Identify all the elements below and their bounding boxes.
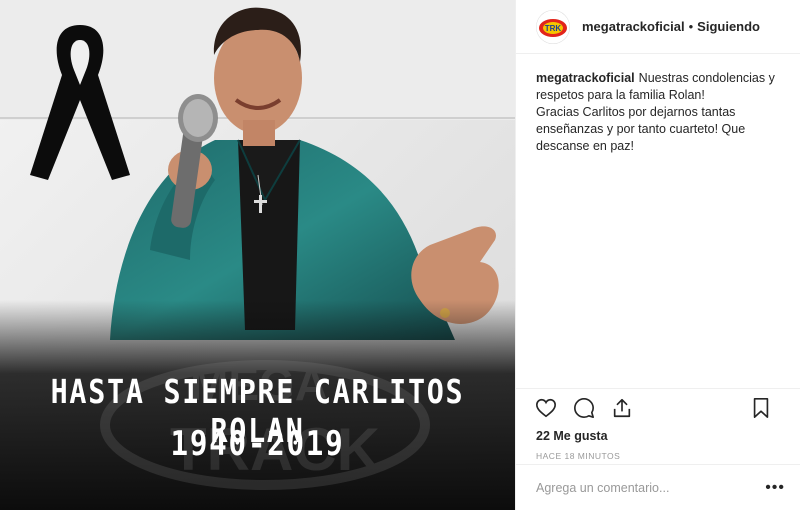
share-button[interactable] xyxy=(610,396,634,420)
likes-count[interactable]: 22 Me gusta xyxy=(516,429,800,443)
instagram-post: MEGA TRACK HASTA SIEMPRE CARLITOS ROLAN … xyxy=(0,0,800,510)
avatar[interactable]: TRK xyxy=(536,9,570,44)
caption-line2: Gracias Carlitos por dejarnos tantas ens… xyxy=(536,105,746,153)
caption-username[interactable]: megatrackoficial xyxy=(536,71,635,85)
header-username[interactable]: megatrackoficial xyxy=(582,19,685,34)
header-text: megatrackoficial • Siguiendo xyxy=(582,19,760,34)
svg-text:TRK: TRK xyxy=(545,24,562,33)
bookmark-icon xyxy=(753,398,769,418)
heart-icon xyxy=(536,398,556,418)
post-image[interactable]: MEGA TRACK HASTA SIEMPRE CARLITOS ROLAN … xyxy=(0,0,515,510)
comment-input[interactable] xyxy=(516,480,748,496)
post-header: TRK megatrackoficial • Siguiendo xyxy=(516,0,800,54)
more-options-button[interactable]: ••• xyxy=(765,479,785,497)
separator-dot: • xyxy=(688,19,694,34)
follow-status[interactable]: Siguiendo xyxy=(697,19,760,34)
post-timestamp[interactable]: HACE 18 MINUTOS xyxy=(516,451,800,461)
share-icon xyxy=(613,398,631,418)
mega-track-logo-icon: TRK xyxy=(536,9,570,44)
comment-icon xyxy=(574,398,594,418)
action-row xyxy=(516,389,800,427)
post-sidebar: TRK megatrackoficial • Siguiendo megatrack… xyxy=(515,0,800,510)
comment-box: ••• xyxy=(516,464,800,511)
like-button[interactable] xyxy=(534,396,558,420)
save-button[interactable] xyxy=(749,396,773,420)
comment-button[interactable] xyxy=(572,396,596,420)
overlay-years: 1940-2019 xyxy=(170,424,345,464)
post-actions: 22 Me gusta HACE 18 MINUTOS xyxy=(516,388,800,461)
post-caption: megatrackoficial Nuestras condolencias y … xyxy=(516,54,800,155)
